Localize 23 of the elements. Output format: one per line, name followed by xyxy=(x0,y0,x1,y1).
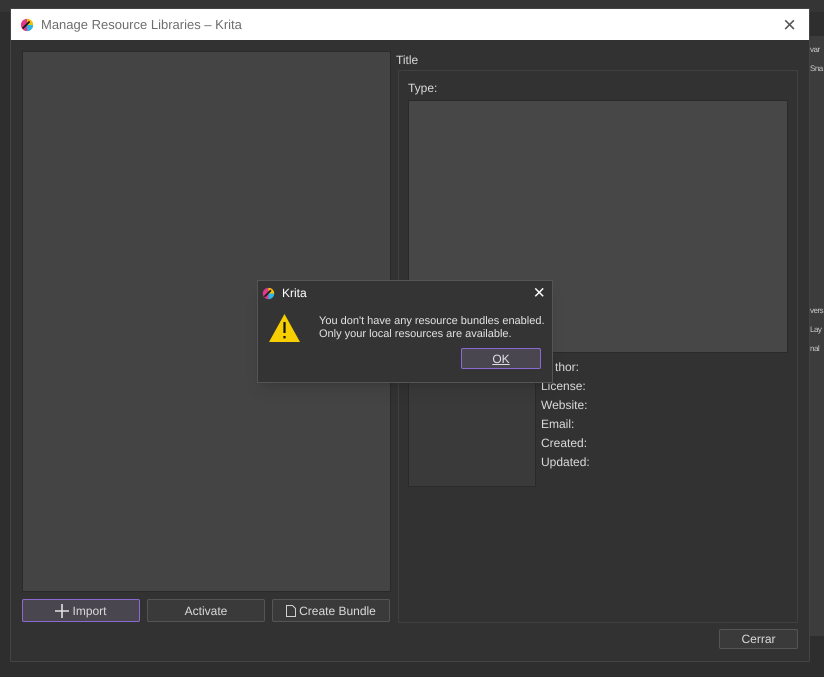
panel-label: nal xyxy=(810,344,820,354)
panel-label: Sna xyxy=(810,64,824,74)
field-label: Email: xyxy=(541,417,576,433)
close-dialog-button[interactable]: Cerrar xyxy=(719,629,798,649)
field-label: Website: xyxy=(541,398,588,414)
message-text: You don't have any resource bundles enabled. Only your local resources are available. xyxy=(319,315,545,341)
window-title: Manage Resource Libraries – Krita xyxy=(41,16,242,34)
panel-label: Lay xyxy=(810,325,823,335)
field-label: Updated: xyxy=(541,455,590,471)
close-button[interactable]: × xyxy=(779,14,800,34)
ok-button[interactable]: OK xyxy=(461,348,541,369)
field-label: thor: xyxy=(554,360,580,376)
panel-label: var xyxy=(810,45,821,55)
panel-label: vers xyxy=(810,306,824,316)
title-label: Title xyxy=(396,52,420,68)
toolbar-button[interactable]: Activate xyxy=(147,599,265,622)
field-label: License: xyxy=(541,379,587,395)
close-button[interactable]: × xyxy=(530,284,548,302)
dialog-title: Krita xyxy=(282,285,307,302)
field-label: Created: xyxy=(541,436,588,452)
toolbar-button[interactable]: Import xyxy=(22,599,140,622)
toolbar-button[interactable]: Create Bundle xyxy=(272,599,390,622)
type-label: Type: xyxy=(408,81,438,95)
